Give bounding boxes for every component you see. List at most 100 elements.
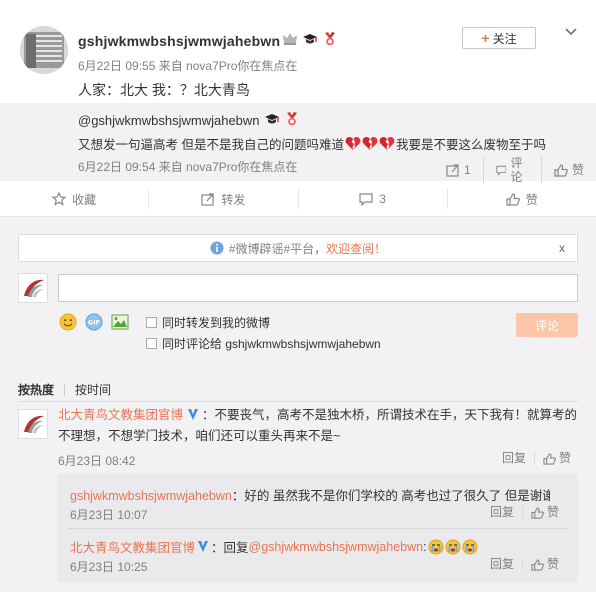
broken-heart-icon [345,137,361,150]
reply-time: 6月23日 10:25 [70,560,148,574]
quoted-forward-button[interactable]: 1 [434,156,484,184]
reply-text-prefix: ：回复 [211,541,249,555]
reply-actions: 回复 赞 [490,506,559,519]
thumbs-up-icon [531,506,544,519]
tab-sort-by-hot[interactable]: 按热度 [18,381,54,398]
forward-icon [201,192,214,206]
forward-to-my-weibo-label: 同时转发到我的微博 [162,316,271,330]
post-text: 人家：北大 我：？北大青鸟 [78,82,250,98]
quoted-text-part2: 我要是不要这么废物至于吗 [395,138,546,152]
like-label: 赞 [547,557,560,571]
crown-badge-icon[interactable] [282,32,298,46]
verified-v-icon[interactable] [197,540,209,553]
comment-button[interactable]: 3 [299,189,448,209]
post-author-badges [282,32,338,46]
comment-time: 6月23日 08:42 [58,454,136,468]
collect-button[interactable]: 收藏 [0,189,150,209]
comment-author-name[interactable]: 北大青鸟文教集团官博 [58,408,183,422]
medal-badge-icon[interactable] [322,32,338,46]
comment-input[interactable] [58,274,578,302]
comment-count: 3 [379,192,386,206]
post-author-avatar[interactable] [20,26,68,74]
quoted-post-author[interactable]: @gshjwkmwbshsjwmwjahebwn [78,113,260,128]
quoted-author-badges [264,112,300,126]
collect-label: 收藏 [72,192,97,207]
tab-sort-by-time[interactable]: 按时间 [75,381,111,398]
crying-face-icon [462,539,478,554]
checkbox-box[interactable] [146,338,157,349]
post-author-name[interactable]: gshjwkmwbshsjwmwjahebwn [78,33,280,49]
comment-icon [359,192,373,206]
reply-body: gshjwkmwbshsjwmwjahebwn：好的 虽然我不是你们学校的 高考… [70,485,550,504]
my-avatar[interactable] [18,273,48,303]
crying-face-icon [428,539,444,554]
comment-author-avatar[interactable] [18,409,48,439]
reply-mention[interactable]: @gshjwkmwbshsjwmwjahebwn [249,540,424,554]
broken-heart-icon [362,137,378,150]
notice-banner: #微博辟谣#平台， 欢迎查阅！ [18,234,578,262]
broken-heart-emoji-group [345,136,395,151]
like-button[interactable]: 赞 [448,189,596,209]
comment-actions: 回复 赞 [502,452,571,465]
comment-like-button[interactable]: 赞 [535,452,571,465]
forward-to-my-weibo-checkbox[interactable]: 同时转发到我的微博 [146,314,270,331]
quoted-like-button[interactable]: 赞 [542,156,596,184]
reply-text: ：好的 虽然我不是你们学校的 高考也过了很久了 但是谢谢 [231,489,550,503]
thumbs-up-icon [543,452,556,465]
broken-heart-icon [379,137,395,150]
quoted-post-actions: 1 评论 赞 [434,156,596,184]
forward-button[interactable]: 转发 [149,189,299,209]
reply-button[interactable]: 回复 [490,558,524,571]
reply-author-name[interactable]: gshjwkmwbshsjwmwjahebwn [70,489,232,503]
plus-icon: + [481,30,490,46]
divider [68,528,568,529]
comment-icon [495,165,507,176]
reply-time: 6月23日 10:07 [70,508,148,522]
thumbs-up-icon [531,558,544,571]
reply-actions: 回复 赞 [490,558,559,571]
composer-tools: GIF [59,313,129,331]
quoted-comment-label: 评论 [510,156,523,184]
graduation-cap-badge-icon[interactable] [302,32,318,46]
comment-to-author-label: 同时评论给 gshjwkmwbshsjwmwjahebwn [162,337,381,351]
emoji-icon[interactable] [59,313,77,331]
like-label: 赞 [525,192,538,207]
comment-body: 北大青鸟文教集团官博 ：不要丧气，高考不是独木桥，所谓技术在手，天下我有！就算考… [58,405,578,447]
reply-like-button[interactable]: 赞 [523,506,559,519]
checkbox-box[interactable] [146,317,157,328]
forward-icon [446,163,459,177]
comment-to-author-checkbox[interactable]: 同时评论给 gshjwkmwbshsjwmwjahebwn [146,335,381,352]
reply-button[interactable]: 回复 [490,506,524,519]
reply-author-name[interactable]: 北大青鸟文教集团官博 [70,537,195,556]
submit-comment-button[interactable]: 评论 [516,313,578,337]
sort-tabs: 按热度 按时间 [18,381,111,398]
notice-link[interactable]: 欢迎查阅！ [326,240,386,257]
info-icon [210,241,224,255]
quoted-comment-button[interactable]: 评论 [484,156,542,184]
verified-v-icon[interactable] [187,408,199,421]
post-action-bar: 收藏 转发 3 赞 [0,181,596,217]
forward-label: 转发 [221,192,246,207]
reply-button[interactable]: 回复 [502,452,536,465]
divider [64,383,66,396]
svg-text:GIF: GIF [88,319,100,327]
quoted-post-text: 又想发一句逼高考 但是不是我自己的问题吗难道 我要是不要这么废物至于吗 [78,134,546,153]
quoted-forward-count: 1 [464,163,471,177]
image-icon[interactable] [111,314,129,330]
medal-badge-icon[interactable] [284,112,300,126]
graduation-cap-badge-icon[interactable] [264,112,280,126]
follow-button[interactable]: + 关注 [462,27,536,49]
like-label: 赞 [559,451,572,465]
chevron-down-icon[interactable] [564,27,578,37]
close-icon[interactable]: x [559,241,565,255]
reply-like-button[interactable]: 赞 [523,558,559,571]
reply-text-suffix: : [423,539,427,554]
crying-face-icon [445,539,461,554]
quoted-text-part1: 又想发一句逼高考 但是不是我自己的问题吗难道 [78,138,344,152]
like-label: 赞 [547,505,560,519]
divider [18,401,578,402]
post-meta: 6月22日 09:55 来自 nova7Pro你在焦点在 [78,59,298,73]
gif-icon[interactable]: GIF [85,313,103,331]
notice-text: #微博辟谣#平台， [228,241,327,256]
star-icon [52,192,67,206]
